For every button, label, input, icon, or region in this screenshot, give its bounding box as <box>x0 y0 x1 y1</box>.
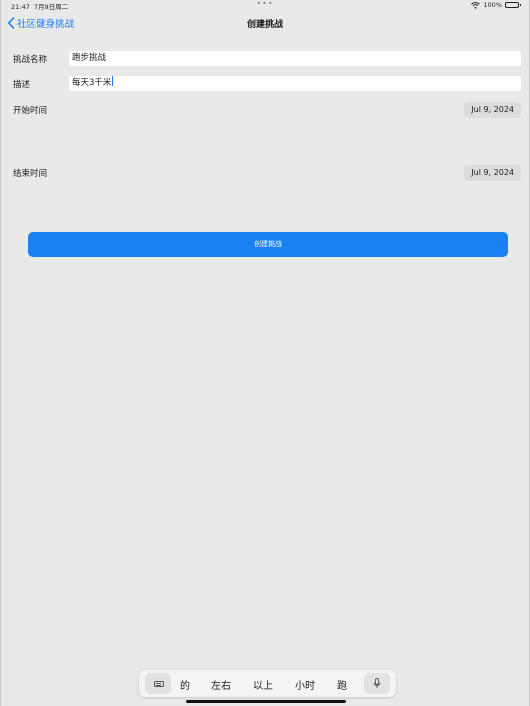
text-cursor <box>112 76 114 86</box>
challenge-name-field[interactable]: 跑步挑战 <box>69 51 521 66</box>
keyboard-icon <box>154 681 164 687</box>
name-label: 挑战名称 <box>13 55 48 65</box>
status-time: 21:47 7月9日周二 <box>11 3 69 11</box>
battery-icon <box>505 2 521 8</box>
page-title: 创建挑战 <box>246 20 283 30</box>
suggestion-item[interactable]: 小时 <box>295 677 315 692</box>
description-label: 描述 <box>13 80 31 90</box>
navigation-bar: 社区健身挑战 创建挑战 <box>1 12 529 36</box>
multitasking-dots-icon[interactable]: ••• <box>256 0 273 8</box>
start-date-label: 开始时间 <box>13 106 48 116</box>
keyboard-suggestion-bar: 的 左右 以上 小时 跑 <box>139 670 396 697</box>
microphone-icon <box>373 678 381 688</box>
status-indicators: 100% <box>471 1 521 9</box>
suggestion-item[interactable]: 以上 <box>253 677 273 692</box>
description-field[interactable]: 每天3千米 <box>69 76 521 91</box>
end-date-label: 结束时间 <box>13 169 48 179</box>
dictation-button[interactable] <box>364 673 390 694</box>
home-indicator[interactable] <box>186 700 346 703</box>
suggestion-item[interactable]: 的 <box>180 677 190 692</box>
suggestion-item[interactable]: 左右 <box>211 677 231 692</box>
status-bar: 21:47 7月9日周二 ••• 100% <box>1 0 529 11</box>
end-date-picker[interactable]: Jul 9, 2024 <box>464 165 521 181</box>
keyboard-toggle-button[interactable] <box>145 673 171 694</box>
battery-percent: 100% <box>483 1 502 9</box>
suggestion-item[interactable]: 跑 <box>337 677 347 692</box>
app-screen: 21:47 7月9日周二 ••• 100% 社区健身挑战 创建挑战 挑战名称 跑… <box>0 0 530 706</box>
status-date: 7月9日周二 <box>33 3 69 11</box>
description-value: 每天3千米 <box>72 78 112 88</box>
wifi-icon <box>471 1 481 9</box>
start-date-picker[interactable]: Jul 9, 2024 <box>464 102 521 118</box>
create-challenge-button[interactable]: 创建挑战 <box>28 232 508 257</box>
